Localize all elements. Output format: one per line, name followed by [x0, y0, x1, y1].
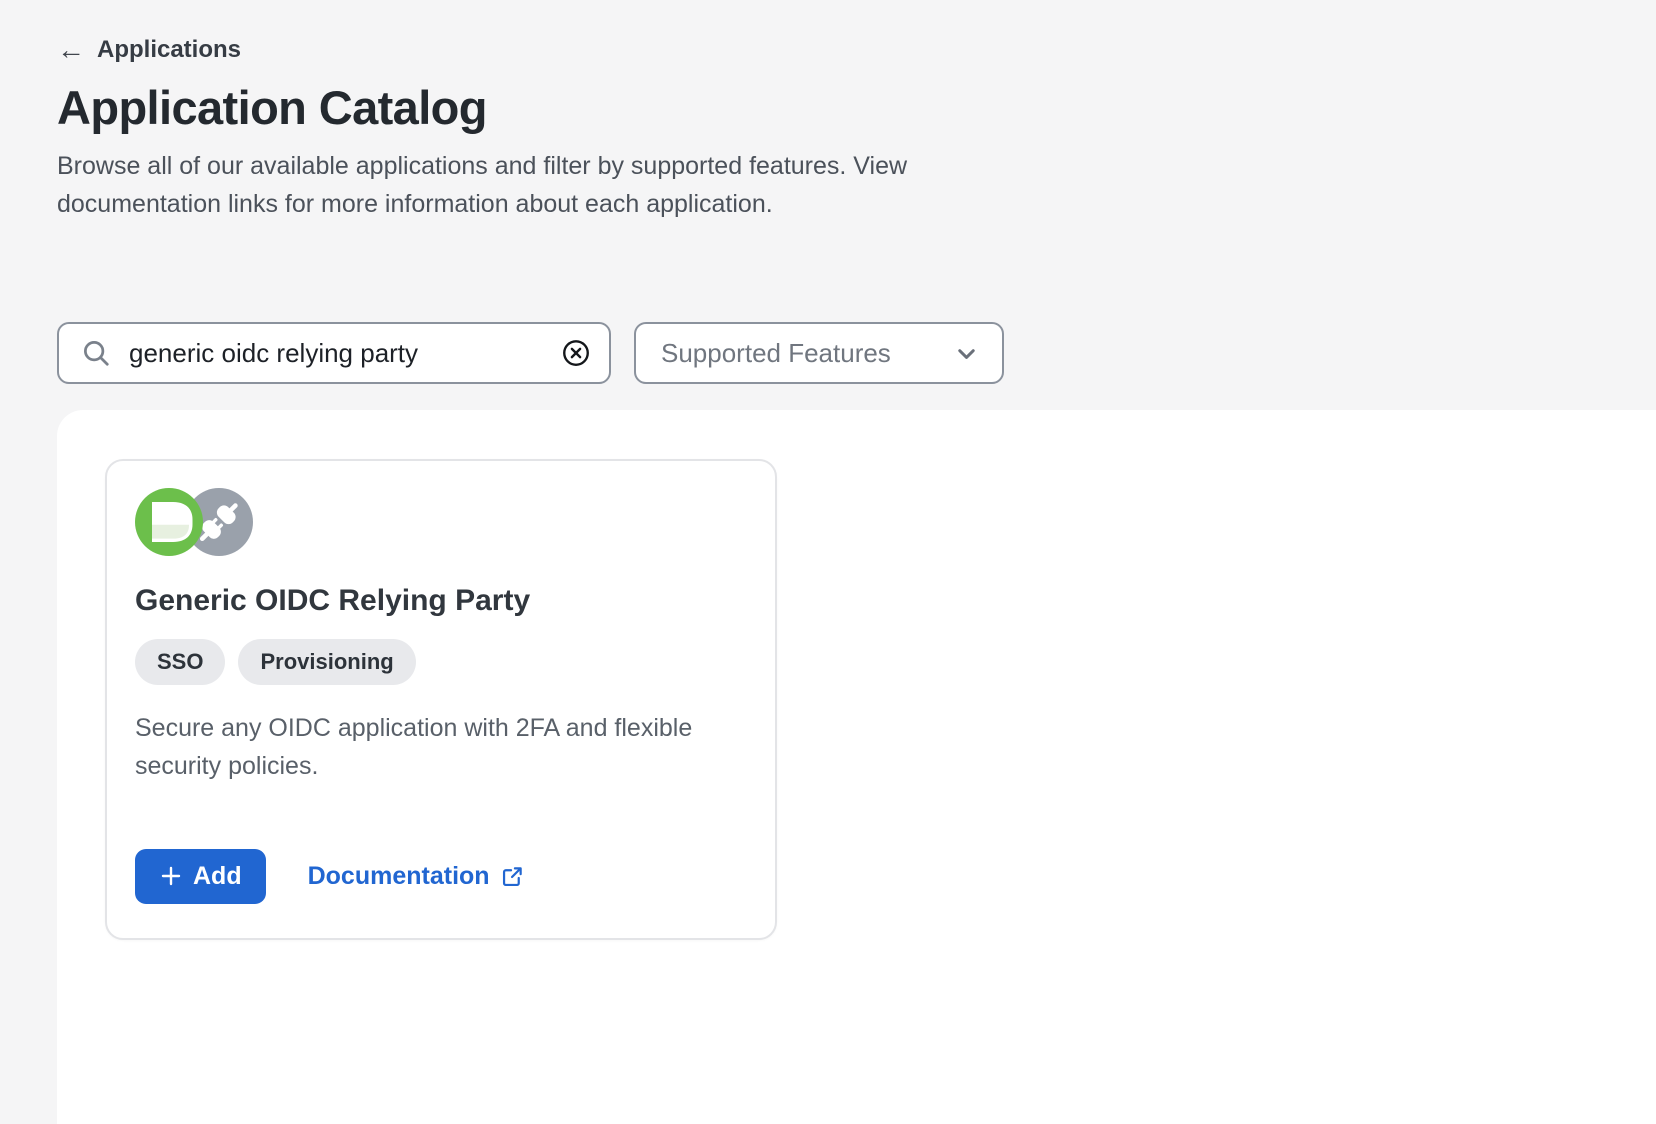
- app-icon-pair: [135, 488, 747, 556]
- documentation-label: Documentation: [308, 862, 490, 891]
- plus-icon: [159, 864, 183, 888]
- circle-x-icon: [561, 338, 591, 368]
- supported-features-label: Supported Features: [661, 338, 891, 369]
- toolbar: Supported Features: [57, 322, 1656, 384]
- page-header: ← Applications Application Catalog Brows…: [0, 0, 1656, 223]
- add-button-label: Add: [193, 862, 242, 891]
- feature-tags: SSO Provisioning: [135, 639, 747, 685]
- search-box[interactable]: [57, 322, 611, 384]
- external-link-icon: [501, 865, 524, 888]
- results-panel: Generic OIDC Relying Party SSO Provision…: [57, 410, 1656, 1124]
- documentation-link[interactable]: Documentation: [308, 862, 524, 891]
- tag-provisioning: Provisioning: [238, 639, 415, 685]
- app-title: Generic OIDC Relying Party: [135, 584, 747, 618]
- app-card: Generic OIDC Relying Party SSO Provision…: [105, 459, 777, 940]
- page-title: Application Catalog: [57, 80, 1656, 135]
- search-input[interactable]: [129, 338, 559, 369]
- card-actions: Add Documentation: [135, 849, 747, 904]
- duo-logo-icon: [135, 488, 203, 556]
- add-button[interactable]: Add: [135, 849, 266, 904]
- breadcrumb-label: Applications: [97, 36, 241, 64]
- app-description: Secure any OIDC application with 2FA and…: [135, 709, 695, 785]
- tag-sso: SSO: [135, 639, 225, 685]
- back-arrow-icon: ←: [57, 36, 85, 64]
- clear-search-button[interactable]: [559, 336, 593, 370]
- chevron-down-icon: [953, 340, 980, 367]
- search-icon: [81, 338, 111, 368]
- breadcrumb[interactable]: ← Applications: [57, 36, 241, 64]
- supported-features-select[interactable]: Supported Features: [634, 322, 1004, 384]
- page-description: Browse all of our available applications…: [57, 147, 1062, 223]
